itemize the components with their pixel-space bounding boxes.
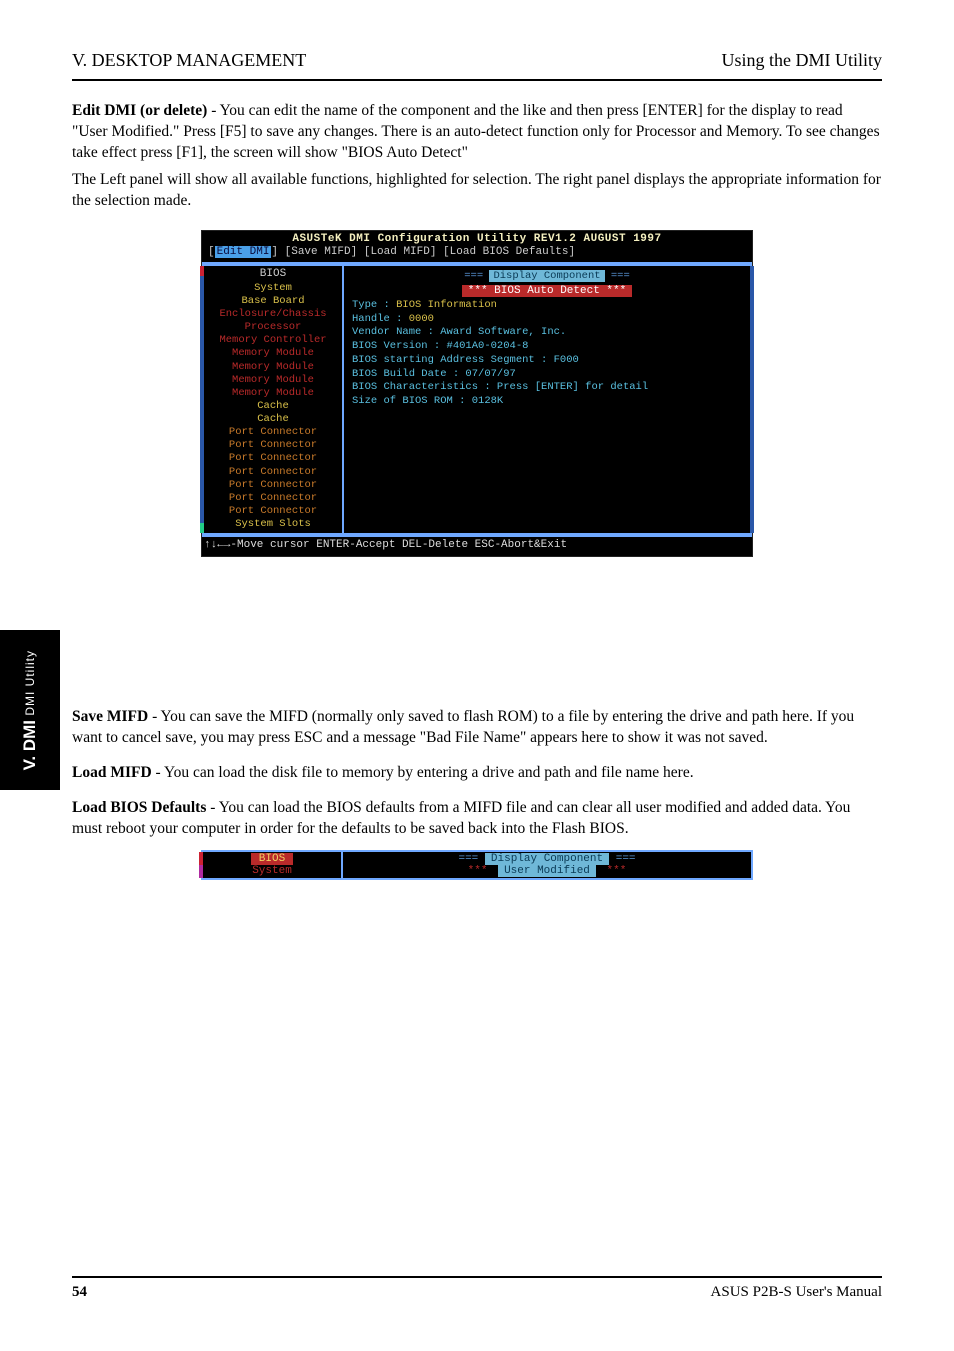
dos-info-line: Size of BIOS ROM : 0128K: [352, 395, 742, 409]
load-bios-defaults-heading: Load BIOS Defaults: [72, 799, 206, 816]
edit-dmi-heading: Edit DMI (or delete): [72, 102, 207, 119]
dos-left-item: Port Connector: [204, 439, 342, 452]
dos-info-line: BIOS starting Address Segment : F000: [352, 354, 742, 368]
product-name: ASUS P2B-S User's Manual: [711, 1284, 882, 1301]
side-tab-subtitle: DMI Utility: [23, 650, 37, 716]
dos-left-item: Memory Module: [204, 361, 342, 374]
dos-left-item: Port Connector: [204, 466, 342, 479]
dos-info-line: Handle : 0000: [352, 313, 742, 327]
dos-info-line: BIOS Version : #401A0-0204-8: [352, 340, 742, 354]
user-modified-badge: User Modified: [498, 865, 596, 877]
page-footer: 54 ASUS P2B-S User's Manual: [72, 1276, 882, 1301]
load-mifd-heading: Load MIFD: [72, 764, 152, 781]
dos-left-item: Port Connector: [204, 505, 342, 518]
dos-left-item: Memory Module: [204, 347, 342, 360]
dos-left-item: Cache: [204, 400, 342, 413]
small-item-bios: BIOS: [251, 853, 293, 865]
intro-text: Edit DMI (or delete) - You can edit the …: [72, 101, 882, 212]
bios-auto-detect-badge: *** BIOS Auto Detect ***: [462, 285, 632, 297]
dos-left-item: Port Connector: [204, 492, 342, 505]
side-tab-title: V. DMI: [20, 720, 40, 770]
dos-left-item: Base Board: [204, 295, 342, 308]
dos-title: ASUSTeK DMI Configuration Utility REV1.2…: [202, 231, 752, 247]
dmi-utility-screenshot: ASUSTeK DMI Configuration Utility REV1.2…: [201, 230, 753, 557]
display-component-label: Display Component: [489, 270, 604, 282]
dos-left-item: Memory Module: [204, 387, 342, 400]
header-left: V. DESKTOP MANAGEMENT: [72, 50, 306, 71]
small-item-system: System: [203, 865, 341, 877]
dos-info-line: Type : BIOS Information: [352, 299, 742, 313]
dos-left-item: Memory Controller: [204, 334, 342, 347]
dos-left-item: System: [204, 282, 342, 295]
menu-edit-dmi: Edit DMI: [215, 246, 272, 258]
page-header: V. DESKTOP MANAGEMENT Using the DMI Util…: [72, 50, 882, 81]
display-component-label-2: Display Component: [485, 853, 609, 865]
small-left-panel: BIOS System: [201, 850, 343, 880]
dos-left-item: Processor: [204, 321, 342, 334]
dos-info-line: BIOS Build Date : 07/07/97: [352, 368, 742, 382]
dos-left-item: Memory Module: [204, 374, 342, 387]
dos-info-line: Vendor Name : Award Software, Inc.: [352, 326, 742, 340]
page-number: 54: [72, 1284, 87, 1301]
dos-left-panel: BIOSSystemBase BoardEnclosure/ChassisPro…: [202, 264, 344, 535]
save-mifd-heading: Save MIFD: [72, 708, 148, 725]
dos-menu: [Edit DMI] [Save MIFD] [Load MIFD] [Load…: [202, 246, 752, 262]
side-tab: DMI Utility V. DMI: [0, 630, 60, 790]
dos-left-item: Cache: [204, 413, 342, 426]
dos-info-line: BIOS Characteristics : Press [ENTER] for…: [352, 381, 742, 395]
dos-footer-help: ↑↓←→-Move cursor ENTER-Accept DEL-Delete…: [202, 537, 752, 556]
dos-left-item: Port Connector: [204, 479, 342, 492]
header-right: Using the DMI Utility: [722, 50, 883, 71]
dos-left-item: Port Connector: [204, 426, 342, 439]
lower-text: Save MIFD - You can save the MIFD (norma…: [72, 707, 882, 840]
dos-left-item: System Slots: [204, 518, 342, 531]
dos-left-item: Port Connector: [204, 452, 342, 465]
user-modified-screenshot: BIOS System === Display Component === **…: [201, 850, 753, 880]
small-right-panel: === Display Component === *** User Modif…: [343, 850, 753, 880]
dos-right-panel: === Display Component === *** BIOS Auto …: [344, 264, 752, 535]
dos-left-item: Enclosure/Chassis: [204, 308, 342, 321]
